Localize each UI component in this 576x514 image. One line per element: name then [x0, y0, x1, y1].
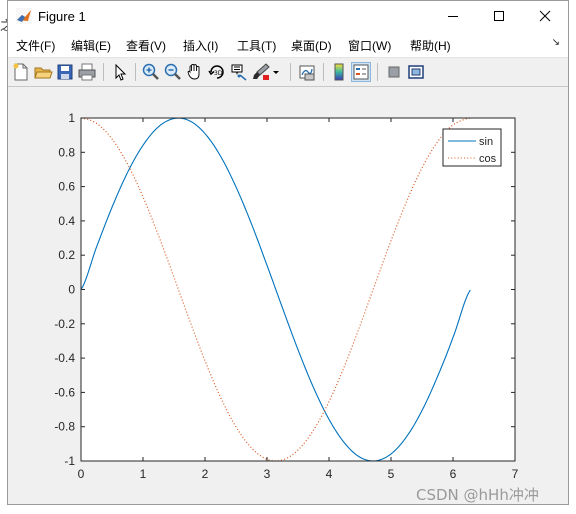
minimize-button[interactable] [430, 1, 476, 31]
figure-window: Figure 1 文件(F) 编辑(E) 查看(V) 插入(I) 工具(T) 桌… [7, 0, 569, 505]
x-tick-label: 4 [326, 467, 333, 481]
y-tick-label: 0 [68, 283, 75, 297]
close-icon [539, 10, 551, 22]
maximize-button[interactable] [476, 1, 522, 31]
brush-button[interactable] [251, 62, 271, 82]
y-tick-label: -0.4 [54, 351, 75, 365]
y-tick-label: -1 [64, 454, 75, 468]
new-figure-icon [13, 63, 28, 81]
y-tick-label: 0.8 [58, 145, 75, 159]
y-tick-label: 0.2 [58, 248, 75, 262]
zoom-out-icon [164, 63, 181, 80]
link-plot-button[interactable] [297, 62, 317, 82]
brush-icon [253, 63, 270, 80]
toolbar-separator [323, 63, 324, 81]
data-cursor-icon [231, 64, 247, 81]
figure-canvas: 0 1 2 3 4 5 6 7 1 0.8 0.6 0.4 0.2 0 -0.2 -0.4 -0.6 -0.8 -1… [8, 87, 568, 506]
hide-plot-tools-button[interactable] [384, 62, 404, 82]
minimize-icon [448, 16, 458, 17]
toolbar-separator [135, 63, 136, 81]
plot-svg[interactable]: 0 1 2 3 4 5 6 7 1 0.8 0.6 0.4 0.2 0 -0.2 -0.4 -0.6 -0.8 -1… [8, 87, 568, 506]
chevron-down-icon [273, 71, 279, 74]
new-figure-button[interactable] [11, 62, 31, 82]
close-button[interactable] [522, 1, 568, 31]
save-button[interactable] [55, 62, 75, 82]
x-tick-label: 1 [140, 467, 147, 481]
x-tick-label: 0 [78, 467, 85, 481]
pan-button[interactable] [185, 62, 205, 82]
toolbar-separator [377, 63, 378, 81]
x-tick-label: 2 [202, 467, 209, 481]
show-plot-tools-button[interactable] [406, 62, 426, 82]
legend-button[interactable] [351, 62, 371, 82]
zoom-in-button[interactable] [141, 62, 161, 82]
matlab-logo-icon [16, 8, 32, 24]
menu-tools[interactable]: 工具(T) [237, 37, 276, 54]
x-tick-label: 3 [264, 467, 271, 481]
y-tick-label: 0.6 [58, 180, 75, 194]
menubar-dock-arrow-icon[interactable]: ↘ [552, 37, 560, 48]
print-button[interactable] [77, 62, 97, 82]
y-tick-label: 1 [68, 111, 75, 125]
svg-text:3D: 3D [214, 70, 223, 77]
open-file-icon [34, 67, 53, 79]
toolbar-separator [290, 63, 291, 81]
zoom-out-button[interactable] [163, 62, 183, 82]
select-arrow-button[interactable] [110, 62, 130, 82]
menu-edit[interactable]: 编辑(E) [71, 37, 111, 54]
colorbar-icon [334, 63, 344, 81]
rotate-3d-icon: 3D [208, 65, 224, 79]
zoom-in-icon [142, 63, 159, 80]
brush-dropdown-button[interactable] [271, 62, 281, 82]
pan-hand-icon [187, 64, 200, 80]
sin-legend-label: sin [479, 136, 493, 148]
legend[interactable]: sin cos [442, 128, 502, 167]
watermark-text: CSDN @hHh冲冲 [416, 486, 539, 504]
menu-view[interactable]: 查看(V) [126, 37, 166, 54]
print-icon [78, 63, 96, 81]
y-tick-label: 0.4 [58, 214, 75, 228]
cos-legend-label: cos [479, 153, 497, 165]
y-tick-label: -0.8 [54, 420, 75, 434]
menu-bar: 文件(F) 编辑(E) 查看(V) 插入(I) 工具(T) 桌面(D) 窗口(W… [8, 31, 568, 57]
x-tick-label: 5 [388, 467, 395, 481]
axes-background[interactable] [81, 118, 515, 461]
menu-insert[interactable]: 插入(I) [183, 37, 218, 54]
data-cursor-button[interactable] [229, 62, 249, 82]
show-plot-tools-icon [408, 65, 424, 79]
menu-window[interactable]: 窗口(W) [348, 37, 391, 54]
y-tick-label: -0.6 [54, 385, 75, 399]
x-tick-label: 6 [450, 467, 457, 481]
title-bar: Figure 1 [8, 1, 568, 31]
rotate-3d-button[interactable]: 3D [207, 62, 227, 82]
menu-file[interactable]: 文件(F) [16, 37, 55, 54]
menu-desktop[interactable]: 桌面(D) [291, 37, 332, 54]
colorbar-button[interactable] [329, 62, 349, 82]
toolbar-separator [103, 63, 104, 81]
maximize-icon [494, 11, 504, 21]
y-tick-label: -0.2 [54, 317, 75, 331]
legend-icon [353, 64, 369, 80]
background-text-fragment: 之 [0, 18, 7, 31]
menu-help[interactable]: 帮助(H) [410, 37, 451, 54]
hide-plot-tools-icon [388, 66, 400, 78]
open-file-button[interactable] [33, 62, 53, 82]
link-plot-icon [299, 65, 315, 81]
select-arrow-icon [115, 63, 127, 81]
x-tick-label: 7 [512, 467, 519, 481]
window-title: Figure 1 [38, 9, 86, 24]
figure-toolbar: 3D [8, 57, 568, 87]
save-icon [57, 64, 73, 80]
